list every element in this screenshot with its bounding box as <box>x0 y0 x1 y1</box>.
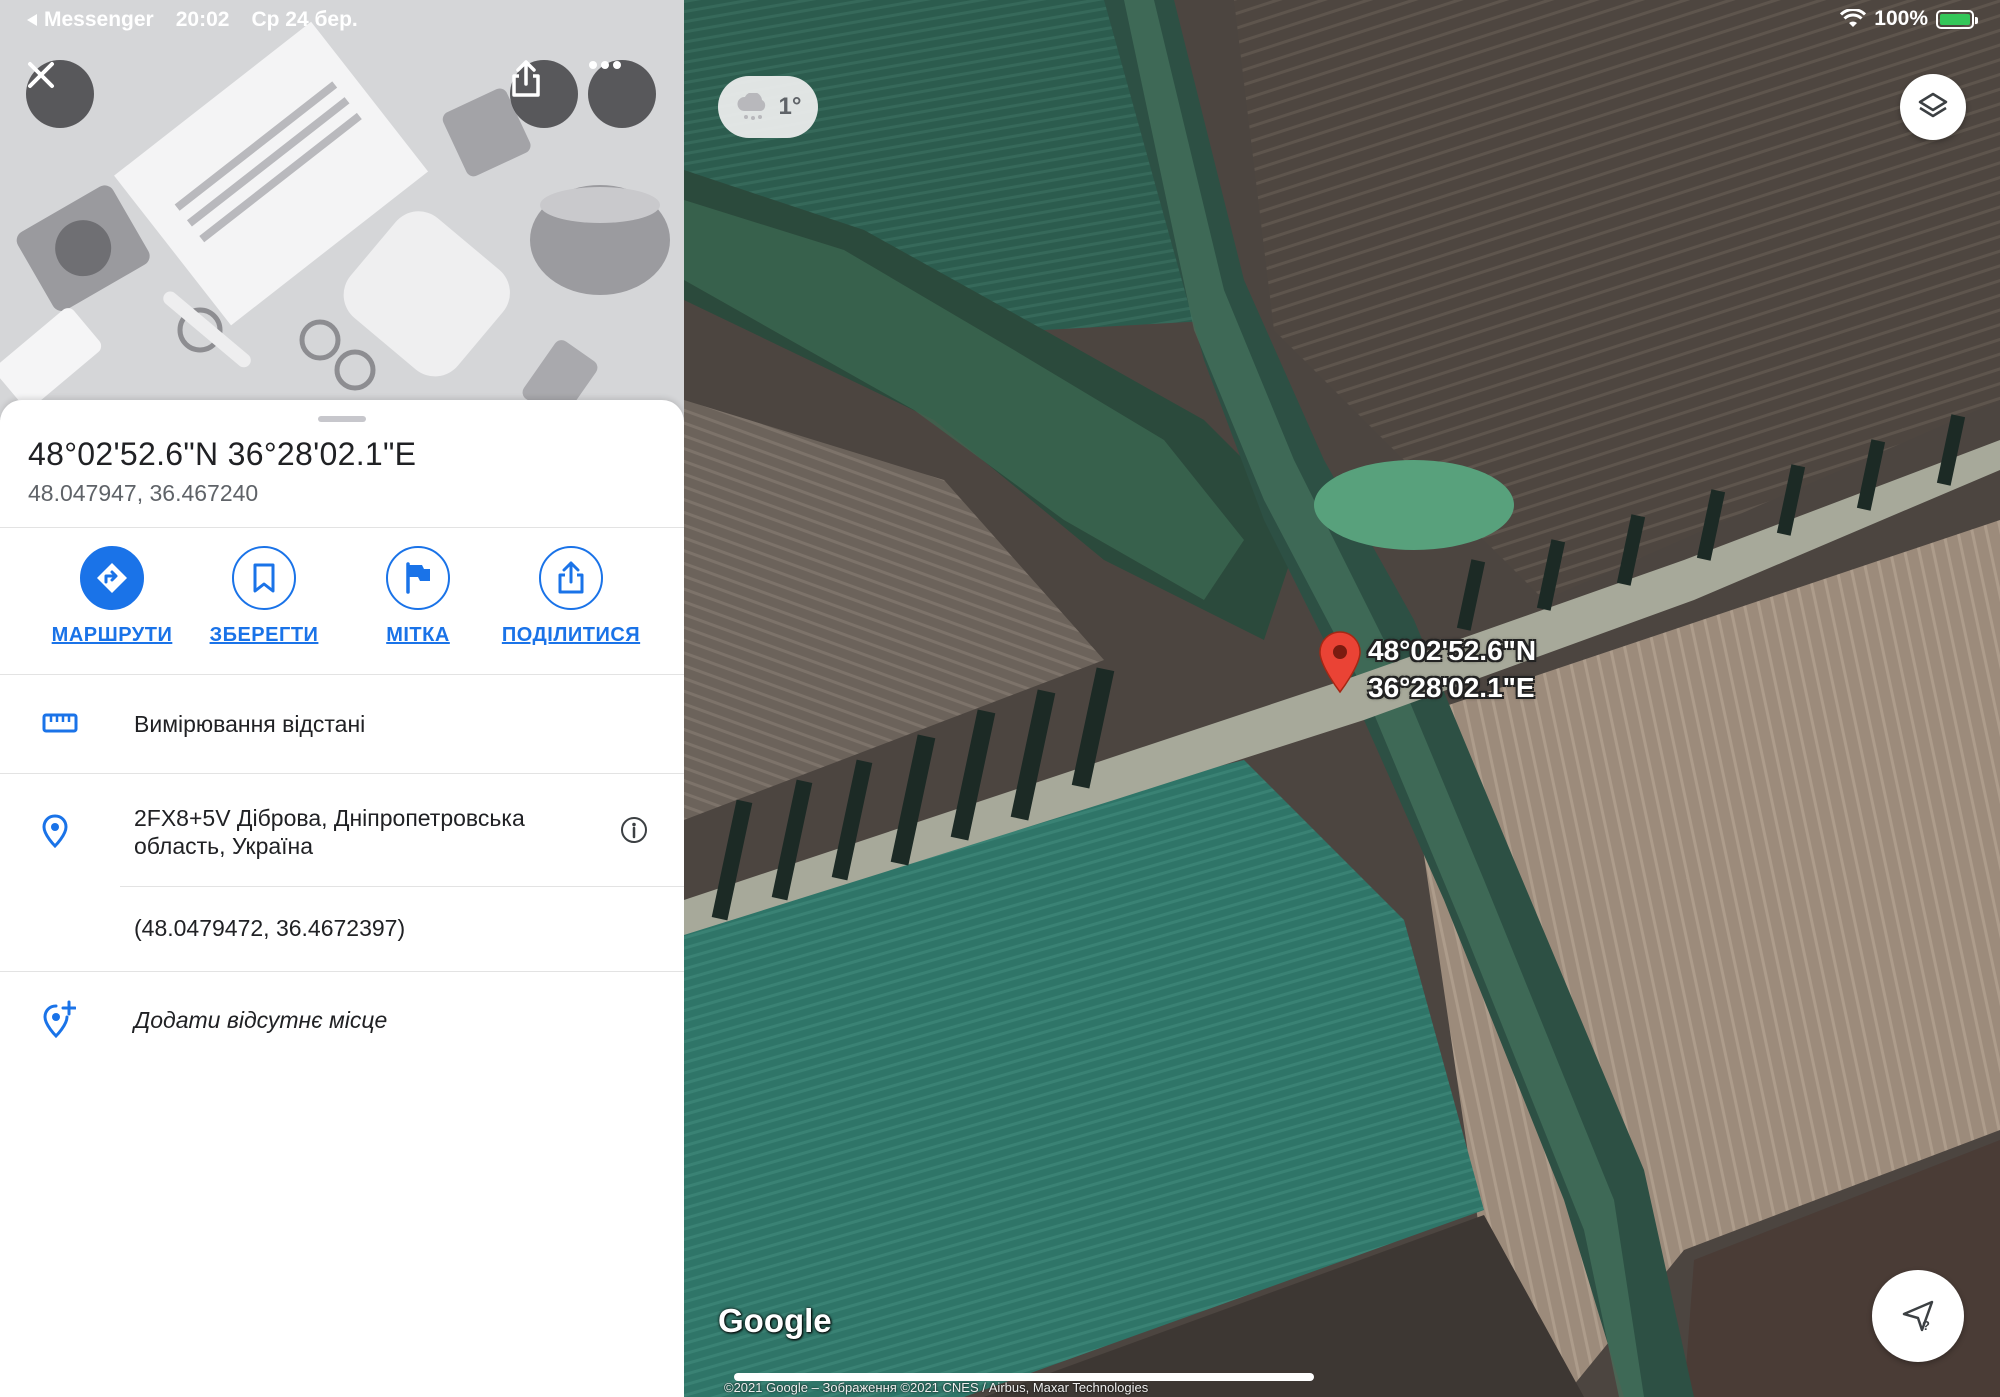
label-button[interactable]: МІТКА <box>343 546 493 647</box>
svg-text:?: ? <box>1922 1318 1930 1333</box>
ruler-icon <box>42 713 78 733</box>
directions-button[interactable]: МАРШРУТИ <box>37 546 187 647</box>
status-bar: Messenger 20:02 Ср 24 бер. 100% <box>0 0 2000 40</box>
satellite-map[interactable]: 48°02'52.6"N 36°28'02.1"E 1° ? Google ©2… <box>684 0 2000 1397</box>
weather-chip[interactable]: 1° <box>718 76 818 138</box>
battery-percent: 100% <box>1874 7 1928 30</box>
add-place-icon <box>43 1000 76 1039</box>
precise-coords-row[interactable]: (48.0479472, 36.4672397) <box>0 887 684 971</box>
place-panel: 48°02'52.6"N 36°28'02.1"E 48.047947, 36.… <box>0 0 684 1397</box>
share-icon <box>512 60 540 97</box>
place-sheet: 48°02'52.6"N 36°28'02.1"E 48.047947, 36.… <box>0 400 684 1397</box>
save-circle <box>232 546 296 610</box>
map-copyright: ©2021 Google – Зображення ©2021 CNES / A… <box>724 1380 1149 1395</box>
bookmark-icon <box>253 563 275 593</box>
status-date: Ср 24 бер. <box>251 8 358 31</box>
address-text: 2FX8+5V Діброва, Дніпропетровська област… <box>134 804 525 860</box>
precise-coords-text: (48.0479472, 36.4672397) <box>134 915 406 941</box>
directions-circle <box>80 546 144 610</box>
label-label: МІТКА <box>386 624 450 646</box>
map-layers-button[interactable] <box>1900 74 1966 140</box>
label-circle <box>386 546 450 610</box>
address-line-1: 2FX8+5V Діброва, Дніпропетровська <box>134 805 525 831</box>
save-button[interactable]: ЗБЕРЕГТИ <box>189 546 339 647</box>
satellite-imagery <box>684 0 2000 1397</box>
more-options-button[interactable] <box>588 60 656 128</box>
action-bar: МАРШРУТИ ЗБЕРЕГТИ МІТКА ПОДІЛИТИСЯ <box>0 546 684 674</box>
place-decimal-coords: 48.047947, 36.467240 <box>28 480 259 506</box>
directions-icon <box>97 563 127 593</box>
back-to-app-link[interactable]: Messenger <box>26 8 154 32</box>
battery-icon <box>1936 9 1978 29</box>
sheet-grabber[interactable] <box>318 416 366 422</box>
add-missing-place-row[interactable]: Додати відсутнє місце <box>0 972 684 1068</box>
measure-distance-label: Вимірювання відстані <box>134 711 366 737</box>
weather-temperature: 1° <box>778 93 802 120</box>
share-button[interactable]: ПОДІЛИТИСЯ <box>496 546 646 647</box>
address-line-2: область, Україна <box>134 833 314 859</box>
pin-coordinates-label: 48°02'52.6"N 36°28'02.1"E <box>1368 632 1536 706</box>
close-button[interactable] <box>26 60 94 128</box>
measure-distance-row[interactable]: Вимірювання відстані <box>0 675 684 773</box>
google-logo: Google <box>718 1302 832 1339</box>
back-app-label: Messenger <box>44 8 154 31</box>
pin-label-latitude: 48°02'52.6"N <box>1368 635 1537 666</box>
location-arrow-icon: ? <box>1902 1300 1934 1333</box>
save-label: ЗБЕРЕГТИ <box>209 624 319 646</box>
address-row[interactable]: 2FX8+5V Діброва, Дніпропетровська област… <box>0 774 684 886</box>
close-icon <box>28 62 54 88</box>
share-circle <box>539 546 603 610</box>
share-icon <box>558 561 584 594</box>
flag-icon <box>406 562 430 594</box>
directions-label: МАРШРУТИ <box>51 624 173 646</box>
wifi-icon <box>1840 9 1867 27</box>
add-missing-place-label: Додати відсутнє місце <box>134 1007 388 1033</box>
share-label: ПОДІЛИТИСЯ <box>501 624 641 646</box>
place-title: 48°02'52.6"N 36°28'02.1"E <box>28 436 417 472</box>
shopping-illustration <box>0 0 684 420</box>
more-dots-icon <box>589 61 621 69</box>
location-pin-icon <box>42 814 68 848</box>
info-icon[interactable] <box>620 816 648 844</box>
status-time: 20:02 <box>175 8 230 31</box>
layers-icon <box>1918 92 1948 118</box>
hero-illustration <box>0 0 684 420</box>
cloud-snow-icon <box>737 93 765 120</box>
my-location-button[interactable]: ? <box>1872 1270 1964 1362</box>
divider <box>0 527 684 528</box>
share-top-button[interactable] <box>510 60 578 128</box>
pin-label-longitude: 36°28'02.1"E <box>1368 672 1535 703</box>
back-triangle-icon <box>27 14 37 26</box>
